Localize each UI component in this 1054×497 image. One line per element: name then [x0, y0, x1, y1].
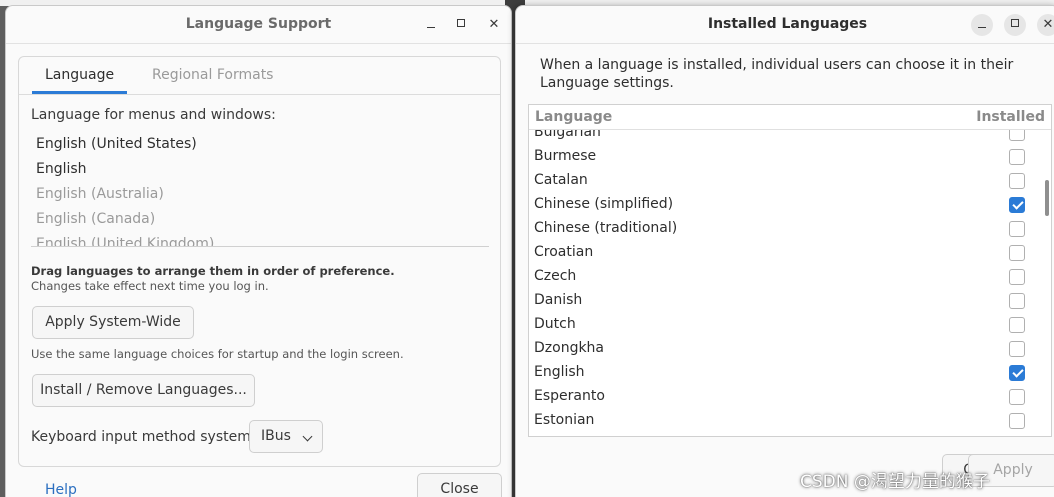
list-item[interactable]: English (United Kingdom)	[31, 233, 489, 246]
language-name: Esperanto	[534, 388, 605, 404]
language-name: Burmese	[534, 148, 597, 164]
installed-checkbox[interactable]	[1009, 389, 1025, 405]
language-name: Dutch	[534, 316, 576, 332]
table-header: Language Installed	[529, 105, 1051, 130]
drag-hint-subtitle: Changes take effect next time you log in…	[31, 279, 269, 293]
tab-language[interactable]: Language	[45, 67, 114, 83]
titlebar: Installed Languages ✕	[516, 6, 1054, 44]
installed-checkbox[interactable]	[1009, 317, 1025, 333]
language-name: Chinese (simplified)	[534, 196, 674, 212]
table-row[interactable]: Croatian	[529, 242, 1049, 266]
minimize-button[interactable]	[420, 14, 442, 36]
keyboard-input-value: IBus	[261, 428, 291, 444]
keyboard-input-label: Keyboard input method system:	[31, 429, 256, 445]
installed-checkbox[interactable]	[1009, 245, 1025, 261]
table-row[interactable]: Catalan	[529, 170, 1049, 194]
intro-text: When a language is installed, individual…	[540, 57, 1014, 91]
system-wide-note: Use the same language choices for startu…	[31, 347, 404, 361]
language-name: Estonian	[534, 412, 595, 428]
table-row[interactable]: English	[529, 362, 1049, 386]
install-remove-languages-button[interactable]: Install / Remove Languages...	[32, 374, 255, 407]
minimize-icon	[427, 26, 435, 29]
table-rows: Bulgarian Burmese Catalan Chinese (simpl…	[529, 122, 1049, 434]
installed-checkbox[interactable]	[1009, 197, 1025, 213]
tab-bar: Language Regional Formats	[19, 57, 500, 95]
close-icon: ✕	[488, 17, 500, 32]
table-row[interactable]: Chinese (simplified)	[529, 194, 1049, 218]
table-row[interactable]: Dutch	[529, 314, 1049, 338]
installed-checkbox[interactable]	[1009, 365, 1025, 381]
installed-languages-window: Installed Languages ✕ When a language is…	[515, 5, 1054, 497]
language-name: Dzongkha	[534, 340, 605, 356]
list-item[interactable]: English	[31, 158, 489, 183]
table-row[interactable]: Dzongkha	[529, 338, 1049, 362]
list-item[interactable]: English (Canada)	[31, 208, 489, 233]
keyboard-input-select[interactable]: IBus	[249, 420, 323, 453]
active-tab-indicator	[32, 91, 127, 94]
installed-checkbox[interactable]	[1009, 269, 1025, 285]
close-icon: ✕	[1042, 17, 1054, 32]
table-row[interactable]: Chinese (traditional)	[529, 218, 1049, 242]
list-item[interactable]: English (Australia)	[31, 183, 489, 208]
maximize-icon	[457, 19, 465, 27]
maximize-button[interactable]	[1004, 14, 1026, 36]
language-list[interactable]: English (United States) English English …	[31, 133, 489, 247]
close-window-button[interactable]: ✕	[483, 14, 505, 36]
installed-checkbox[interactable]	[1009, 221, 1025, 237]
titlebar: Language Support ✕	[6, 6, 511, 44]
settings-notebook: Language Regional Formats Language for m…	[18, 56, 501, 467]
installed-languages-table[interactable]: Bulgarian Burmese Catalan Chinese (simpl…	[528, 104, 1052, 437]
table-row[interactable]: Esperanto	[529, 386, 1049, 410]
installed-checkbox[interactable]	[1009, 293, 1025, 309]
language-name: Catalan	[534, 172, 588, 188]
maximize-button[interactable]	[450, 14, 472, 36]
minimize-icon	[978, 26, 986, 29]
list-item[interactable]: English (United States)	[31, 133, 489, 158]
language-name: Danish	[534, 292, 583, 308]
table-row[interactable]: Czech	[529, 266, 1049, 290]
chevron-down-icon	[302, 431, 313, 442]
tab-regional-formats[interactable]: Regional Formats	[152, 67, 273, 83]
scrollbar-thumb[interactable]	[1045, 180, 1049, 216]
table-row[interactable]: Burmese	[529, 146, 1049, 170]
language-support-window: Language Support ✕ Language Regional For…	[5, 5, 512, 497]
language-heading: Language for menus and windows:	[31, 107, 276, 123]
language-name: English	[534, 364, 585, 380]
table-row[interactable]: Estonian	[529, 410, 1049, 434]
installed-checkbox[interactable]	[1009, 341, 1025, 357]
minimize-button[interactable]	[971, 14, 993, 36]
installed-checkbox[interactable]	[1009, 173, 1025, 189]
column-header-language[interactable]: Language	[535, 109, 612, 125]
maximize-icon	[1011, 19, 1019, 27]
column-header-installed[interactable]: Installed	[976, 109, 1045, 125]
close-window-button[interactable]: ✕	[1037, 14, 1054, 36]
language-name: Czech	[534, 268, 577, 284]
table-row[interactable]: Danish	[529, 290, 1049, 314]
installed-checkbox[interactable]	[1009, 413, 1025, 429]
apply-system-wide-button[interactable]: Apply System-Wide	[32, 306, 194, 339]
installed-checkbox[interactable]	[1009, 149, 1025, 165]
language-name: Croatian	[534, 244, 594, 260]
language-name: Chinese (traditional)	[534, 220, 678, 236]
help-link[interactable]: Help	[45, 482, 77, 497]
close-button[interactable]: Close	[417, 473, 502, 497]
watermark: CSDN @渴望力量的猴子	[800, 472, 990, 492]
drag-hint-title: Drag languages to arrange them in order …	[31, 264, 395, 278]
